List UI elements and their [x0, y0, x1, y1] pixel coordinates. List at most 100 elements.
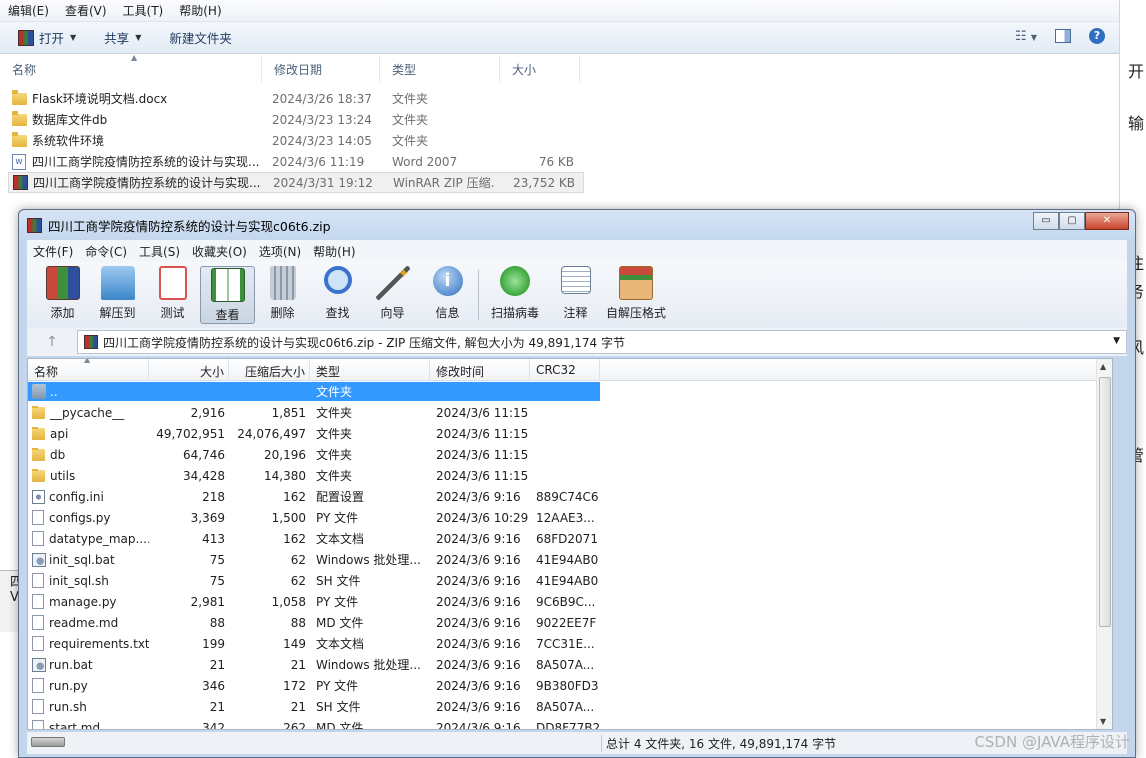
open-button[interactable]: 打开 ▼: [18, 28, 76, 47]
menu-tools[interactable]: 工具(T): [115, 2, 172, 19]
extract-to-button[interactable]: 解压到: [90, 266, 145, 321]
column-type[interactable]: 类型: [380, 56, 500, 82]
cell-type: Windows 批处理...: [316, 658, 421, 672]
table-row[interactable]: start.md 342 262 MD 文件 2024/3/6 9:16 DD8F77B2: [28, 717, 1112, 730]
column-packed-size[interactable]: 压缩后大小: [229, 359, 310, 380]
menu-tools[interactable]: 工具(S): [133, 243, 186, 260]
table-row[interactable]: init_sql.bat 75 62 Windows 批处理... 2024/3/6 9…: [28, 549, 1112, 570]
file-icon: [32, 678, 44, 693]
list-item[interactable]: W 四川工商学院疫情防控系统的设计与实现... 2024/3/6 11:19 Wo…: [8, 151, 584, 172]
cell-packed-size: 1,851: [271, 405, 306, 420]
comment-button[interactable]: 注释: [548, 266, 603, 321]
sfx-button[interactable]: 自解压格式: [603, 266, 669, 321]
table-row[interactable]: requirements.txt 199 149 文本文档 2024/3/6 9:16 7…: [28, 633, 1112, 654]
menu-view[interactable]: 查看(V): [57, 2, 115, 19]
scroll-up-icon[interactable]: ▲: [1100, 362, 1106, 371]
chevron-down-icon[interactable]: ▼: [1113, 336, 1120, 346]
winrar-titlebar[interactable]: 四川工商学院疫情防控系统的设计与实现c06t6.zip ▭ ▢ ✕: [19, 210, 1135, 240]
table-row[interactable]: utils 34,428 14,380 文件夹 2024/3/6 11:15: [28, 465, 1112, 486]
column-size[interactable]: 大小: [149, 359, 229, 380]
comment-icon: [560, 266, 591, 294]
maximize-button[interactable]: ▢: [1059, 212, 1085, 230]
up-folder-icon[interactable]: ↑: [27, 334, 77, 350]
table-row[interactable]: configs.py 3,369 1,500 PY 文件 2024/3/6 10:29 1…: [28, 507, 1112, 528]
table-row[interactable]: config.ini 218 162 配置设置 2024/3/6 9:16 889C74C…: [28, 486, 1112, 507]
cell-modified: 2024/3/6 11:15: [436, 405, 529, 420]
scroll-down-icon[interactable]: ▼: [1100, 717, 1106, 726]
menu-file[interactable]: 文件(F): [27, 243, 79, 260]
table-row[interactable]: run.py 346 172 PY 文件 2024/3/6 9:16 9B380FD3: [28, 675, 1112, 696]
new-folder-button[interactable]: 新建文件夹: [169, 28, 232, 47]
cell-crc32: DD8F77B2: [536, 720, 600, 730]
cell-name: manage.py: [49, 594, 117, 609]
cell-name: utils: [50, 468, 76, 483]
help-icon[interactable]: ?: [1089, 28, 1105, 44]
column-modified[interactable]: 修改时间: [430, 359, 530, 380]
cell-type: Windows 批处理...: [316, 553, 421, 567]
menu-options[interactable]: 选项(N): [253, 243, 307, 260]
delete-button[interactable]: 删除: [255, 266, 310, 321]
list-item-selected[interactable]: 四川工商学院疫情防控系统的设计与实现... 2024/3/31 19:12 Wi…: [8, 172, 584, 193]
background-text-fragment: 输: [1127, 114, 1144, 133]
column-name[interactable]: 名称: [0, 56, 262, 82]
cell-type: 文件夹: [316, 385, 353, 399]
cell-packed-size: 88: [290, 615, 306, 630]
find-button[interactable]: 查找: [310, 266, 365, 321]
file-icon: [32, 594, 44, 609]
cell-name: init_sql.sh: [49, 573, 109, 588]
column-size[interactable]: 大小: [500, 56, 580, 82]
minimize-button[interactable]: ▭: [1033, 212, 1059, 230]
cell-size: 3,369: [190, 510, 225, 525]
drive-icon[interactable]: [27, 736, 601, 750]
menu-favorites[interactable]: 收藏夹(O): [186, 243, 253, 260]
list-item[interactable]: 数据库文件db 2024/3/23 13:24 文件夹: [8, 109, 584, 130]
wizard-button[interactable]: ✦ 向导: [365, 266, 420, 321]
winrar-icon: [18, 29, 34, 46]
chevron-down-icon: ▼: [70, 33, 77, 42]
table-row[interactable]: __pycache__ 2,916 1,851 文件夹 2024/3/6 11:15: [28, 402, 1112, 423]
open-label: 打开: [39, 31, 65, 46]
virus-scan-button[interactable]: 扫描病毒: [482, 266, 548, 321]
table-row[interactable]: db 64,746 20,196 文件夹 2024/3/6 11:15: [28, 444, 1112, 465]
menu-help[interactable]: 帮助(H): [171, 2, 229, 19]
table-row[interactable]: api 49,702,951 24,076,497 文件夹 2024/3/6 11:15: [28, 423, 1112, 444]
archive-path-box[interactable]: 四川工商学院疫情防控系统的设计与实现c06t6.zip - ZIP 压缩文件, …: [77, 330, 1127, 354]
new-folder-label: 新建文件夹: [169, 31, 232, 46]
table-row[interactable]: readme.md 88 88 MD 文件 2024/3/6 9:16 9022EE7F: [28, 612, 1112, 633]
sfx-label: 自解压格式: [605, 306, 666, 320]
info-button[interactable]: i 信息: [420, 266, 475, 321]
scrollbar-thumb[interactable]: [1099, 377, 1111, 627]
view-button[interactable]: 查看: [200, 266, 255, 324]
column-type[interactable]: 类型: [310, 359, 430, 380]
cell-packed-size: 14,380: [264, 468, 306, 483]
list-item[interactable]: Flask环境说明文档.docx 2024/3/26 18:37 文件夹: [8, 88, 584, 109]
view-options-icon[interactable]: ☷ ▼: [1015, 29, 1037, 44]
cell-crc32: 12AAE3...: [536, 510, 595, 525]
add-button[interactable]: 添加: [35, 266, 90, 321]
table-row[interactable]: datatype_map.... 413 162 文本文档 2024/3/6 9:16 6…: [28, 528, 1112, 549]
table-row[interactable]: init_sql.sh 75 62 SH 文件 2024/3/6 9:16 41E94AB…: [28, 570, 1112, 591]
trash-icon: [269, 266, 296, 300]
cell-name: ..: [50, 384, 58, 399]
menu-edit[interactable]: 编辑(E): [0, 2, 57, 19]
close-button[interactable]: ✕: [1085, 212, 1129, 230]
table-row[interactable]: run.sh 21 21 SH 文件 2024/3/6 9:16 8A507A...: [28, 696, 1112, 717]
word-document-icon: W: [12, 153, 26, 170]
info-label: 信息: [435, 306, 460, 320]
list-item[interactable]: 系统软件环境 2024/3/23 14:05 文件夹: [8, 130, 584, 151]
table-row[interactable]: run.bat 21 21 Windows 批处理... 2024/3/6 9:16 8A…: [28, 654, 1112, 675]
menu-commands[interactable]: 命令(C): [79, 243, 133, 260]
watermark: CSDN @JAVA程序设计: [974, 733, 1130, 751]
share-button[interactable]: 共享 ▼: [104, 28, 141, 47]
column-date[interactable]: 修改日期: [262, 56, 380, 82]
column-crc32[interactable]: CRC32: [530, 359, 600, 380]
menu-help[interactable]: 帮助(H): [307, 243, 361, 260]
table-row-selected[interactable]: .. 文件夹: [28, 381, 1112, 402]
table-row[interactable]: manage.py 2,981 1,058 PY 文件 2024/3/6 9:16 9C6…: [28, 591, 1112, 612]
preview-pane-icon[interactable]: [1055, 29, 1071, 43]
vertical-scrollbar[interactable]: ▲ ▼: [1096, 359, 1112, 729]
test-button[interactable]: 测试: [145, 266, 200, 321]
cell-name: db: [50, 447, 66, 462]
cell-name: init_sql.bat: [49, 552, 115, 567]
cell-size: 64,746: [183, 447, 225, 462]
